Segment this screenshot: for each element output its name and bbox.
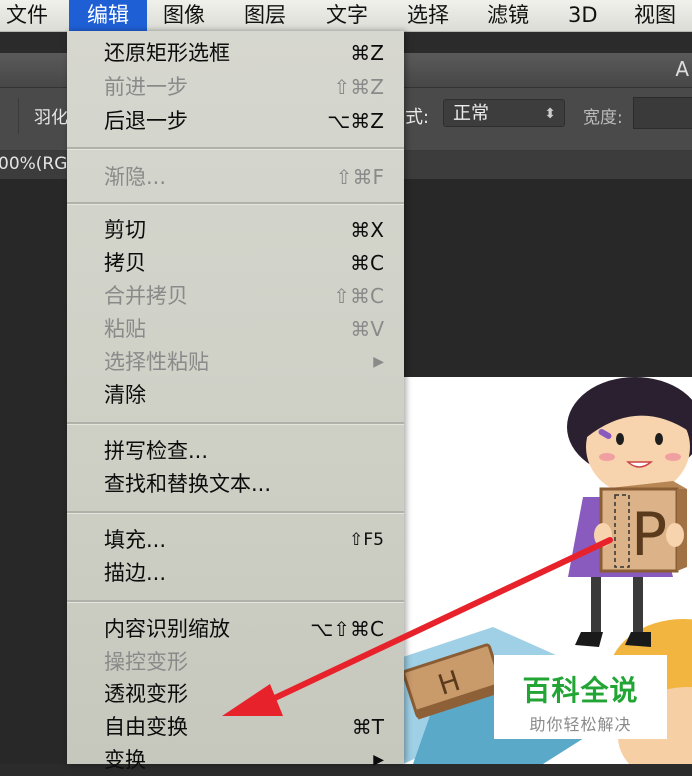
menu-separator	[67, 422, 404, 425]
menu-separator	[67, 511, 404, 514]
menu-separator	[67, 202, 404, 205]
style-label: 式:	[405, 107, 430, 128]
menu-item-transform[interactable]: 变换 ▶	[104, 744, 394, 776]
menu-item-paste: 粘贴 ⌘V	[104, 317, 384, 341]
menu-image[interactable]: 图像	[163, 0, 205, 31]
menu-item-fill[interactable]: 填充... ⇧F5	[104, 524, 394, 556]
menu-layer[interactable]: 图层	[244, 0, 286, 31]
style-select-value: 正常	[453, 103, 489, 124]
watermark-subtitle: 助你轻松解决	[529, 715, 632, 734]
menu-item-step-forward: 前进一步 ⇧⌘Z	[104, 75, 384, 99]
width-label: 宽度:	[583, 108, 623, 128]
window-title: A	[675, 57, 689, 81]
svg-text:P: P	[631, 500, 667, 570]
menu-type[interactable]: 文字	[326, 0, 368, 31]
menu-bar: 文件 编辑 图像 图层 文字 选择 滤镜 3D 视图	[0, 0, 692, 32]
menu-item-clear[interactable]: 清除	[104, 379, 394, 411]
menu-item-cut[interactable]: 剪切 ⌘X	[104, 214, 394, 246]
edit-menu: 还原矩形选框 ⌘Z 前进一步 ⇧⌘Z 后退一步 ⌥⌘Z 渐隐... ⇧⌘F 剪切 ⌘X 拷…	[67, 31, 404, 772]
menu-edit[interactable]: 编辑	[69, 0, 147, 31]
submenu-arrow-icon: ▶	[373, 354, 384, 370]
menu-item-free-transform[interactable]: 自由变换 ⌘T	[104, 711, 394, 743]
menu-item-spell-check[interactable]: 拼写检查...	[104, 435, 394, 467]
menu-filter[interactable]: 滤镜	[487, 0, 529, 31]
updown-arrows-icon: ⬍	[544, 106, 556, 122]
menu-item-find-replace[interactable]: 查找和替换文本...	[104, 468, 394, 500]
menu-select[interactable]: 选择	[407, 0, 449, 31]
menu-item-puppet-warp: 操控变形	[104, 650, 188, 674]
document-tab-label: 00%(RG	[0, 154, 68, 174]
menu-separator	[67, 147, 404, 150]
menu-item-paste-special: 选择性粘贴 ▶	[104, 346, 394, 378]
style-select[interactable]: 正常 ⬍	[443, 99, 565, 127]
watermark-title: 百科全说	[522, 674, 639, 707]
menu-item-stroke[interactable]: 描边...	[104, 557, 394, 589]
menu-item-copy[interactable]: 拷贝 ⌘C	[104, 247, 394, 279]
menu-view[interactable]: 视图	[634, 0, 676, 31]
menu-item-copy-merged: 合并拷贝 ⇧⌘C	[104, 284, 384, 308]
menu-item-step-backward[interactable]: 后退一步 ⌥⌘Z	[104, 105, 394, 137]
menu-item-fade: 渐隐... ⇧⌘F	[104, 165, 384, 189]
menu-item-undo-marquee[interactable]: 还原矩形选框 ⌘Z	[104, 37, 394, 69]
menu-item-content-aware-scale[interactable]: 内容识别缩放 ⌥⇧⌘C	[104, 613, 394, 645]
watermark: 百科全说 助你轻松解决	[494, 655, 667, 739]
options-divider	[18, 98, 19, 134]
submenu-arrow-icon: ▶	[373, 752, 384, 768]
width-input[interactable]	[633, 97, 692, 129]
feather-label: 羽化	[34, 108, 68, 128]
menu-file[interactable]: 文件	[6, 0, 48, 31]
menu-separator	[67, 600, 404, 603]
menu-3d[interactable]: 3D	[568, 0, 598, 31]
menu-item-perspective-warp[interactable]: 透视变形	[104, 678, 394, 710]
